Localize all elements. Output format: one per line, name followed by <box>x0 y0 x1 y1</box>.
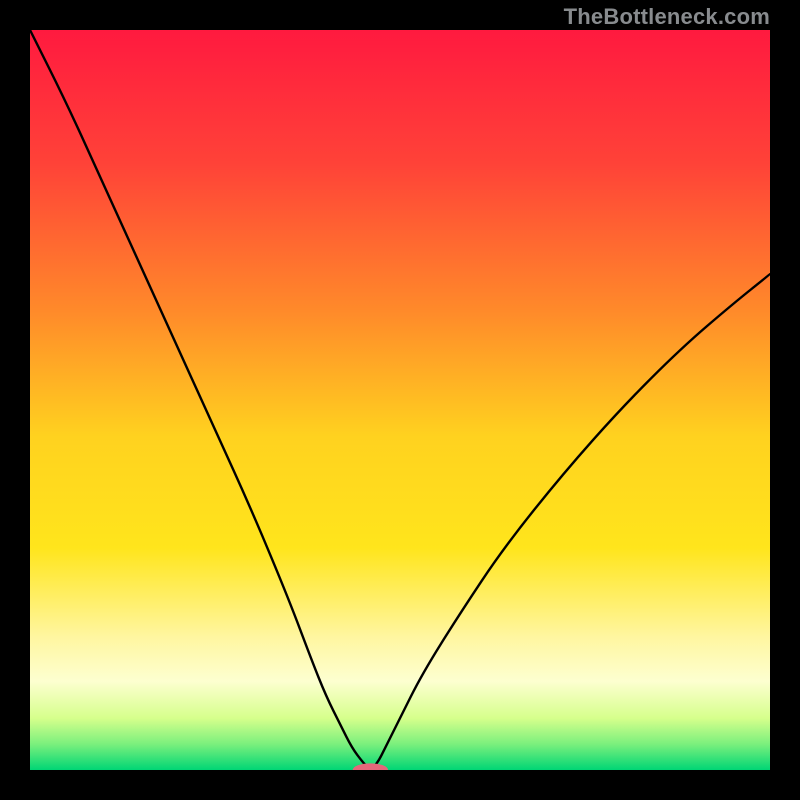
plot-area <box>30 30 770 770</box>
chart-frame: TheBottleneck.com <box>0 0 800 800</box>
chart-svg <box>30 30 770 770</box>
gradient-background <box>30 30 770 770</box>
watermark-text: TheBottleneck.com <box>564 4 770 30</box>
